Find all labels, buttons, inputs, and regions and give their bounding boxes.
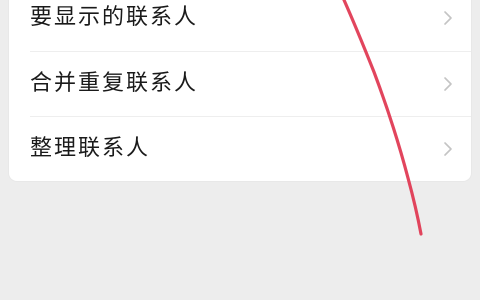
chevron-right-icon: [444, 11, 452, 25]
chevron-right-icon: [444, 77, 452, 91]
list-item-label: 要显示的联系人: [30, 5, 199, 30]
chevron-right-icon: [444, 142, 452, 156]
list-item-merge-duplicates[interactable]: 合并重复联系人: [9, 52, 471, 116]
contacts-settings-card: 要显示的联系人 合并重复联系人 整理联系人: [9, 0, 471, 181]
list-item-label: 合并重复联系人: [30, 71, 199, 96]
list-item-organize-contacts[interactable]: 整理联系人: [9, 117, 471, 181]
list-item-displayed-contacts[interactable]: 要显示的联系人: [9, 0, 471, 50]
list-item-label: 整理联系人: [30, 136, 151, 161]
